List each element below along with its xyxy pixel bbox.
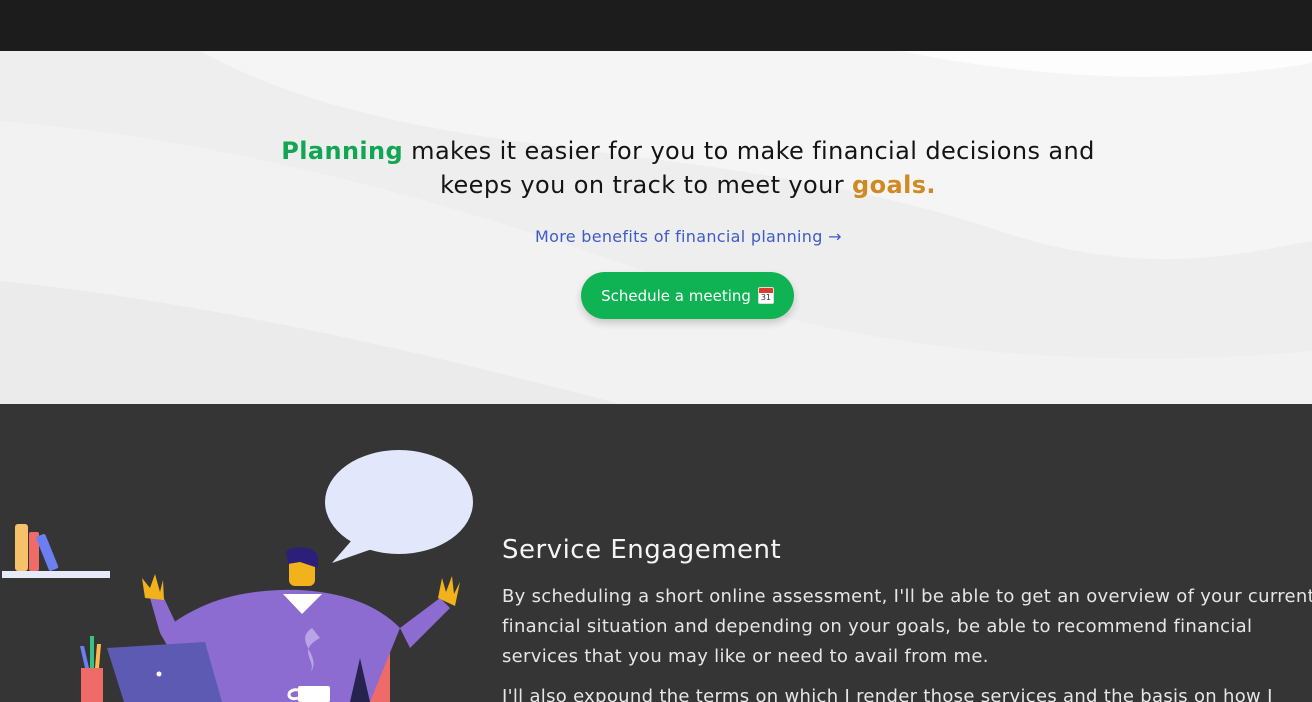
calendar-icon: 31 xyxy=(757,287,774,304)
service-engagement-description: By scheduling a short online assessment,… xyxy=(502,582,1312,672)
hero-section: Planning makes it easier for you to make… xyxy=(0,51,1312,404)
laptop-icon xyxy=(107,642,222,702)
service-engagement-section: Service Engagement By scheduling a short… xyxy=(0,404,1312,702)
goals-highlight: goals. xyxy=(852,171,936,199)
headline-text-line2: keeps you on track to meet your xyxy=(440,171,853,199)
description-line: By scheduling a short online assessment,… xyxy=(502,586,1312,607)
hero-headline: Planning makes it easier for you to make… xyxy=(0,134,1312,202)
planning-highlight: Planning xyxy=(281,137,404,165)
service-terms-paragraph: I'll also expound the terms on which I r… xyxy=(502,682,1312,702)
description-line: I'll also expound the terms on which I r… xyxy=(502,686,1273,702)
speech-bubble-icon xyxy=(325,450,473,563)
headline-text: makes it easier for you to make financia… xyxy=(403,137,1095,165)
top-nav-bar xyxy=(0,0,1312,51)
description-line: financial situation and depending on you… xyxy=(502,616,1253,637)
person-at-desk-illustration xyxy=(2,450,473,702)
bookshelf-icon xyxy=(2,524,110,578)
schedule-meeting-label: Schedule a meeting xyxy=(601,286,751,305)
pencil-cup-icon xyxy=(80,636,103,702)
description-line: services that you may like or need to av… xyxy=(502,646,989,667)
service-engagement-title: Service Engagement xyxy=(502,535,782,565)
financial-planning-benefits-link[interactable]: More benefits of financial planning → xyxy=(535,227,842,246)
schedule-meeting-button[interactable]: Schedule a meeting 31 xyxy=(581,272,794,319)
